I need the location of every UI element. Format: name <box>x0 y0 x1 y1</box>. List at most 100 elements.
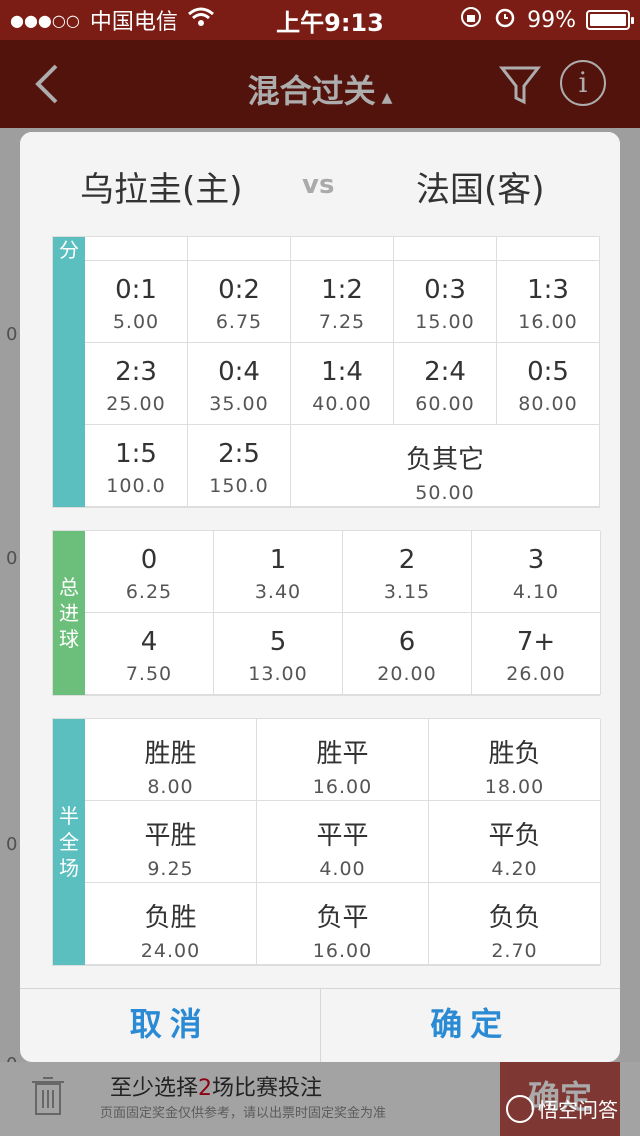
rotation-lock-icon <box>459 5 483 35</box>
half-full-option[interactable]: 胜胜 8.00 <box>85 719 257 801</box>
option-odds: 50.00 <box>415 482 475 504</box>
option-odds: 20.00 <box>377 663 437 685</box>
option-odds: 9.25 <box>147 858 194 880</box>
option-odds: 26.00 <box>506 663 566 685</box>
option-odds: 18.00 <box>484 776 545 798</box>
score-option[interactable]: 19.00 <box>291 237 394 261</box>
correct-score-label: 分 <box>53 237 85 507</box>
half-full-option[interactable]: 负平 16.00 <box>257 883 429 965</box>
option-odds: 5.00 <box>112 311 160 333</box>
half-full-option[interactable]: 平负 4.20 <box>429 801 601 883</box>
score-option[interactable]: 0:4 35.00 <box>188 343 291 425</box>
option-label: 胜胜 <box>144 739 197 769</box>
half-full-option[interactable]: 负负 2.70 <box>429 883 601 965</box>
half-full-option[interactable]: 负胜 24.00 <box>85 883 257 965</box>
score-option[interactable]: 0:5 80.00 <box>497 343 599 425</box>
option-label: 0:1 <box>115 275 157 305</box>
score-option[interactable]: 150.0 <box>497 237 599 261</box>
total-goals-option[interactable]: 3 4.10 <box>472 531 601 613</box>
option-label: 负平 <box>316 903 369 933</box>
score-option[interactable]: 1:4 40.00 <box>291 343 394 425</box>
option-label: 0:5 <box>527 357 569 387</box>
score-option[interactable]: 6.25 <box>188 237 291 261</box>
signal-dots: ●●●○○ <box>10 10 80 30</box>
total-goals-option[interactable]: 7+ 26.00 <box>472 613 601 695</box>
option-odds: 6.25 <box>125 581 173 603</box>
half-full-option[interactable]: 平胜 9.25 <box>85 801 257 883</box>
option-label: 0:4 <box>218 357 260 387</box>
option-odds: 7.50 <box>125 663 173 685</box>
label-char: 半 <box>59 804 79 828</box>
score-option[interactable]: 2:4 60.00 <box>394 343 497 425</box>
half-full-option[interactable]: 胜平 16.00 <box>257 719 429 801</box>
total-goals-section: 总进球 0 6.25 1 3.40 2 3.15 3 4.10 4 7.50 5 13.00 6 20.0… <box>52 530 601 696</box>
total-goals-option[interactable]: 6 20.00 <box>343 613 472 695</box>
option-label: 1:2 <box>321 275 363 305</box>
battery-percent: 99% <box>527 7 576 33</box>
option-odds: 4.20 <box>491 858 538 880</box>
score-option[interactable]: 2:3 25.00 <box>85 343 188 425</box>
option-odds: 35.00 <box>209 393 269 415</box>
wukong-logo-icon <box>506 1094 534 1123</box>
option-label: 0:3 <box>424 275 466 305</box>
option-label: 1:5 <box>115 439 157 469</box>
option-odds: 60.00 <box>415 393 475 415</box>
option-odds: 24.00 <box>140 940 201 962</box>
label-char: 球 <box>59 627 79 651</box>
dialog-footer: 取消 确定 <box>20 988 620 1062</box>
option-label: 负其它 <box>405 445 484 475</box>
confirm-button[interactable]: 确定 <box>321 989 621 1062</box>
score-option[interactable]: 1:3 16.00 <box>497 261 599 343</box>
battery-fill <box>590 14 626 26</box>
total-goals-option[interactable]: 5 13.00 <box>214 613 343 695</box>
option-odds: 25.00 <box>106 393 166 415</box>
score-option[interactable]: 6.25 <box>85 237 188 261</box>
option-odds: 16.00 <box>312 776 373 798</box>
battery-icon <box>586 10 634 30</box>
option-odds: 3.15 <box>383 581 431 603</box>
option-label: 4 <box>140 627 158 657</box>
half-full-option[interactable]: 平平 4.00 <box>257 801 429 883</box>
score-option[interactable]: 0:1 5.00 <box>85 261 188 343</box>
option-label: 2:3 <box>115 357 157 387</box>
option-odds: 80.00 <box>518 393 578 415</box>
total-goals-label: 总进球 <box>53 531 85 695</box>
home-team: 乌拉圭(主) <box>80 170 243 210</box>
option-label: 负负 <box>488 903 541 933</box>
option-label: 1:3 <box>527 275 569 305</box>
option-odds: 2.70 <box>491 940 538 962</box>
label-char: 全 <box>59 830 79 854</box>
option-odds: 8.00 <box>147 776 194 798</box>
bet-options-dialog: 乌拉圭(主) vs 法国(客) 分 6.256.2519.0075.00150.… <box>20 132 620 1062</box>
half-full-option[interactable]: 胜负 18.00 <box>429 719 601 801</box>
option-label: 2:5 <box>218 439 260 469</box>
score-option[interactable]: 2:5 150.0 <box>188 425 291 507</box>
status-time: 上午9:13 <box>276 8 384 37</box>
half-full-section: 半全场 胜胜 8.00 胜平 16.00 胜负 18.00 平胜 9.25 平平 4.00 平负 4.… <box>52 718 601 966</box>
score-option[interactable]: 0:3 15.00 <box>394 261 497 343</box>
total-goals-option[interactable]: 1 3.40 <box>214 531 343 613</box>
option-odds: 4.10 <box>512 581 560 603</box>
option-odds: 16.00 <box>312 940 373 962</box>
status-bar: ●●●○○ 中国电信 上午9:13 99% <box>0 0 640 40</box>
label-char: 进 <box>59 601 79 625</box>
option-label: 胜平 <box>316 739 369 769</box>
total-goals-option[interactable]: 2 3.15 <box>343 531 472 613</box>
half-full-label: 半全场 <box>53 719 85 965</box>
score-option[interactable]: 75.00 <box>394 237 497 261</box>
wifi-icon <box>187 7 214 33</box>
total-goals-option[interactable]: 0 6.25 <box>85 531 214 613</box>
score-option[interactable]: 1:5 100.0 <box>85 425 188 507</box>
option-label: 1:4 <box>321 357 363 387</box>
option-odds: 7.25 <box>318 311 366 333</box>
score-option[interactable]: 1:2 7.25 <box>291 261 394 343</box>
option-label: 6 <box>398 627 416 657</box>
score-option[interactable]: 负其它 50.00 <box>291 425 599 507</box>
option-odds: 150.0 <box>209 475 269 497</box>
cancel-button[interactable]: 取消 <box>20 989 321 1062</box>
score-option[interactable]: 0:2 6.75 <box>188 261 291 343</box>
total-goals-option[interactable]: 4 7.50 <box>85 613 214 695</box>
option-label: 2:4 <box>424 357 466 387</box>
option-odds: 4.00 <box>319 858 366 880</box>
option-odds: 100.0 <box>106 475 166 497</box>
